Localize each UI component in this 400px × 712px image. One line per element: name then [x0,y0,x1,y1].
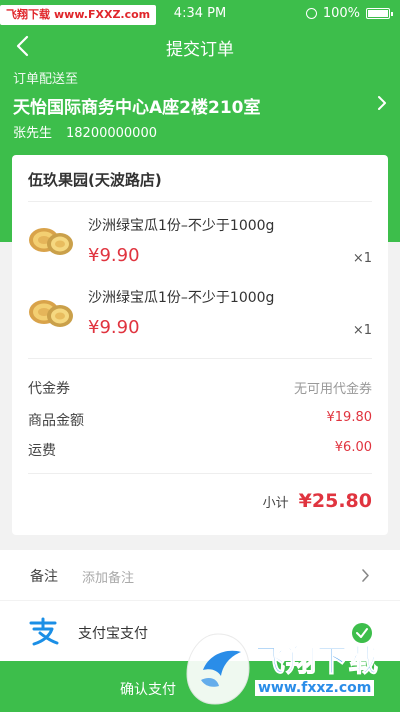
item-price: ¥9.90 [88,245,140,266]
divider [28,358,372,359]
remarks-placeholder: 添加备注 [82,571,135,586]
chevron-right-icon [362,569,369,582]
contact-phone: 18200000000 [66,126,157,141]
status-right: 100% [305,6,393,21]
shipping-label: 运费 [28,443,56,459]
address-line: 天怡国际商务中心A座2楼210室 [13,98,261,118]
order-card: 伍玖果园(天波路店) 沙洲绿宝瓜1份–不少于1000g ¥9.90 ×1 沙洲绿… [12,155,388,535]
subtotal-value: ¥25.80 [298,490,372,512]
status-bar: 飞翔下载 www.FXXZ.com 4:34 PM 100% [0,0,400,28]
delivery-address[interactable]: 订单配送至 天怡国际商务中心A座2楼210室 张先生 18200000000 [0,64,400,144]
item-quantity: ×1 [352,251,372,266]
divider [28,473,372,474]
rotation-lock-icon [305,8,317,19]
item-quantity: ×1 [352,323,372,338]
battery-percent: 100% [322,6,360,21]
subtotal-label: 小计 [262,496,289,511]
order-item: 沙洲绿宝瓜1份–不少于1000g ¥9.90 ×1 [12,287,388,353]
alipay-icon [29,617,59,646]
goods-amount-value: ¥19.80 [326,410,373,425]
coupon-label: 代金券 [28,381,70,397]
address-contact: 张先生 18200000000 [13,122,157,141]
item-price: ¥9.90 [88,317,140,338]
watermark-logo: 飞翔下载 www.fxxz.com [183,630,393,708]
remarks-row[interactable]: 备注 添加备注 [0,550,400,600]
subtotal: 小计 ¥25.80 [263,490,372,512]
shipping-row: 运费 ¥6.00 [28,440,372,462]
melon-icon [29,228,73,255]
contact-name: 张先生 [13,126,53,141]
watermark-title: 飞翔下载 [255,644,379,680]
watermark-icon [186,633,250,705]
watermark-url-text: www.fxxz.com [255,680,375,696]
shipping-value: ¥6.00 [334,440,372,455]
goods-amount-label: 商品金额 [28,413,84,429]
goods-amount-row: 商品金额 ¥19.80 [28,410,372,432]
coupon-row[interactable]: 代金券 无可用代金券 [28,378,372,400]
nav-bar: 提交订单 [0,28,400,64]
remarks-label: 备注 [30,569,58,585]
melon-icon [29,300,73,327]
store-name: 伍玖果园(天波路店) [28,171,162,189]
coupon-value: 无可用代金券 [293,382,372,397]
item-name: 沙洲绿宝瓜1份–不少于1000g [88,218,275,234]
item-name: 沙洲绿宝瓜1份–不少于1000g [88,290,275,306]
divider [28,201,372,202]
battery-icon [366,8,393,19]
page-title: 提交订单 [166,40,234,60]
chevron-right-icon [378,96,386,110]
payment-label: 支付宝支付 [78,626,148,642]
address-label: 订单配送至 [13,72,79,87]
confirm-pay-label: 确认支付 [120,682,176,698]
order-item: 沙洲绿宝瓜1份–不少于1000g ¥9.90 ×1 [12,215,388,281]
